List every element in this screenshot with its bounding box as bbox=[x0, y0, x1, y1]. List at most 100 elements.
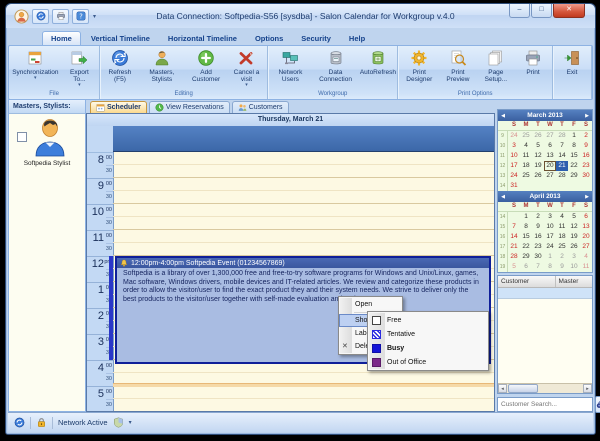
calendar-day[interactable]: 9 bbox=[556, 262, 568, 272]
calendar-day[interactable]: 26 bbox=[532, 171, 544, 181]
qat-help-button[interactable]: ? bbox=[72, 8, 89, 24]
ribbon-tab-home[interactable]: Home bbox=[42, 31, 81, 45]
calendar-day[interactable]: 13 bbox=[580, 222, 592, 232]
time-slot[interactable] bbox=[113, 217, 494, 230]
calendar-day[interactable]: 21 bbox=[556, 161, 568, 171]
calendar-day[interactable]: 1 bbox=[544, 252, 556, 262]
ribbon-button-autorefresh[interactable]: AutoRefresh bbox=[359, 47, 396, 89]
qat-network-button[interactable] bbox=[32, 8, 49, 24]
calendar-day[interactable]: 5 bbox=[568, 212, 580, 222]
calendar-day[interactable]: 3 bbox=[544, 212, 556, 222]
calendar-day[interactable]: 8 bbox=[520, 222, 532, 232]
calendar-day[interactable]: 15 bbox=[568, 151, 580, 161]
ribbon-button-export-to[interactable]: Export To... ▾ bbox=[61, 47, 99, 89]
calendar-day[interactable]: 14 bbox=[508, 232, 520, 242]
calendar-day[interactable]: 5 bbox=[532, 141, 544, 151]
calendar-day[interactable]: 12 bbox=[568, 222, 580, 232]
calendar-day[interactable]: 19 bbox=[532, 161, 544, 171]
ribbon-button-synchronization[interactable]: Synchronization ▾ bbox=[10, 47, 61, 89]
ribbon-button-add-customer[interactable]: Add Customer bbox=[185, 47, 227, 89]
minimize-button[interactable]: – bbox=[509, 4, 530, 18]
calendar-day[interactable]: 15 bbox=[520, 232, 532, 242]
customer-selected-row[interactable] bbox=[498, 288, 592, 299]
ribbon-tab-options[interactable]: Options bbox=[247, 32, 291, 45]
calendar-day[interactable]: 27 bbox=[544, 171, 556, 181]
ribbon-button-refresh-f5[interactable]: Refresh (F5) bbox=[101, 47, 138, 89]
stylist-checkbox[interactable] bbox=[17, 132, 27, 142]
calendar-day[interactable]: 10 bbox=[544, 222, 556, 232]
calendar-day[interactable]: 25 bbox=[520, 131, 532, 141]
ribbon-button-page-setup[interactable]: Page Setup... bbox=[477, 47, 515, 89]
calendar-day[interactable]: 7 bbox=[508, 222, 520, 232]
calendar-day[interactable]: 21 bbox=[508, 242, 520, 252]
calendar-day[interactable]: 28 bbox=[556, 171, 568, 181]
calendar-day[interactable]: 17 bbox=[544, 232, 556, 242]
calendar-day[interactable]: 28 bbox=[508, 252, 520, 262]
next-month-icon[interactable]: ▶ bbox=[582, 113, 592, 119]
ribbon-button-print-preview[interactable]: Print Preview bbox=[439, 47, 476, 89]
prev-month-icon[interactable]: ◀ bbox=[498, 113, 508, 119]
ribbon-button-data-connection[interactable]: Data Connection bbox=[312, 47, 360, 89]
ribbon-button-cancel-a-visit[interactable]: Cancel a visit ▾ bbox=[227, 47, 266, 89]
calendar-day[interactable]: 1 bbox=[520, 212, 532, 222]
customer-search-input[interactable] bbox=[497, 396, 593, 412]
calendar-day[interactable]: 20 bbox=[544, 161, 556, 171]
calendar-day[interactable]: 11 bbox=[556, 222, 568, 232]
time-slot[interactable] bbox=[113, 399, 494, 411]
calendar-day[interactable]: 3 bbox=[568, 252, 580, 262]
allday-band[interactable] bbox=[113, 126, 494, 152]
time-slot[interactable] bbox=[113, 243, 494, 256]
calendar-day[interactable]: 10 bbox=[508, 151, 520, 161]
time-slot[interactable] bbox=[113, 204, 494, 217]
calendar-day[interactable]: 8 bbox=[544, 262, 556, 272]
status-dropdown-icon[interactable]: ▾ bbox=[129, 419, 132, 426]
calendar-day[interactable]: 11 bbox=[520, 151, 532, 161]
time-slot[interactable] bbox=[113, 230, 494, 243]
calendar-day[interactable]: 2 bbox=[580, 131, 592, 141]
calendar-day[interactable]: 1 bbox=[568, 131, 580, 141]
calendar-day[interactable]: 9 bbox=[580, 141, 592, 151]
calendar-day[interactable]: 4 bbox=[556, 212, 568, 222]
calendar-day[interactable]: 27 bbox=[580, 242, 592, 252]
master-column-header[interactable]: Master bbox=[556, 276, 592, 287]
calendar-day[interactable]: 17 bbox=[508, 161, 520, 171]
calendar-day[interactable]: 9 bbox=[532, 222, 544, 232]
calendar-day[interactable]: 22 bbox=[568, 161, 580, 171]
calendar-day[interactable]: 18 bbox=[520, 161, 532, 171]
prev-month-icon[interactable]: ◀ bbox=[498, 194, 508, 200]
tab-customers[interactable]: Customers bbox=[231, 101, 289, 113]
ribbon-tab-horizontal-timeline[interactable]: Horizontal Timeline bbox=[160, 32, 245, 45]
calendar-day[interactable]: 30 bbox=[532, 252, 544, 262]
calendar-day[interactable]: 29 bbox=[568, 171, 580, 181]
calendar-day[interactable]: 24 bbox=[508, 171, 520, 181]
lock-icon[interactable] bbox=[36, 417, 47, 428]
next-month-icon[interactable]: ▶ bbox=[582, 194, 592, 200]
submenu-item-busy[interactable]: Busy bbox=[368, 341, 488, 355]
calendar-day[interactable]: 7 bbox=[556, 141, 568, 151]
customer-search-button[interactable] bbox=[595, 395, 600, 413]
calendar-day[interactable]: 23 bbox=[532, 242, 544, 252]
qat-print-button[interactable] bbox=[52, 8, 69, 24]
ribbon-tab-help[interactable]: Help bbox=[341, 32, 373, 45]
calendar-day[interactable]: 24 bbox=[544, 242, 556, 252]
calendar-day[interactable]: 2 bbox=[532, 212, 544, 222]
ribbon-tab-vertical-timeline[interactable]: Vertical Timeline bbox=[83, 32, 158, 45]
calendar-day[interactable]: 24 bbox=[508, 131, 520, 141]
stylist-list-item[interactable]: Softpedia Stylist bbox=[9, 114, 85, 172]
calendar-day[interactable]: 18 bbox=[556, 232, 568, 242]
scroll-left-icon[interactable]: ◂ bbox=[498, 384, 507, 393]
calendar-day[interactable]: 22 bbox=[520, 242, 532, 252]
calendar-day[interactable]: 20 bbox=[580, 232, 592, 242]
calendar-day[interactable]: 7 bbox=[532, 262, 544, 272]
ribbon-button-masters-stylists[interactable]: Masters, Stylists bbox=[139, 47, 186, 89]
submenu-item-tentative[interactable]: Tentative bbox=[368, 327, 488, 341]
scroll-right-icon[interactable]: ▸ bbox=[583, 384, 592, 393]
menu-item-open[interactable]: Open bbox=[339, 298, 402, 311]
calendar-day[interactable]: 19 bbox=[568, 232, 580, 242]
calendar-day[interactable]: 11 bbox=[580, 262, 592, 272]
calendar-day[interactable]: 10 bbox=[568, 262, 580, 272]
submenu-item-out-of-office[interactable]: Out of Office bbox=[368, 355, 488, 369]
calendar-day[interactable]: 6 bbox=[544, 141, 556, 151]
calendar-day[interactable]: 26 bbox=[568, 242, 580, 252]
calendar-day[interactable]: 6 bbox=[580, 212, 592, 222]
